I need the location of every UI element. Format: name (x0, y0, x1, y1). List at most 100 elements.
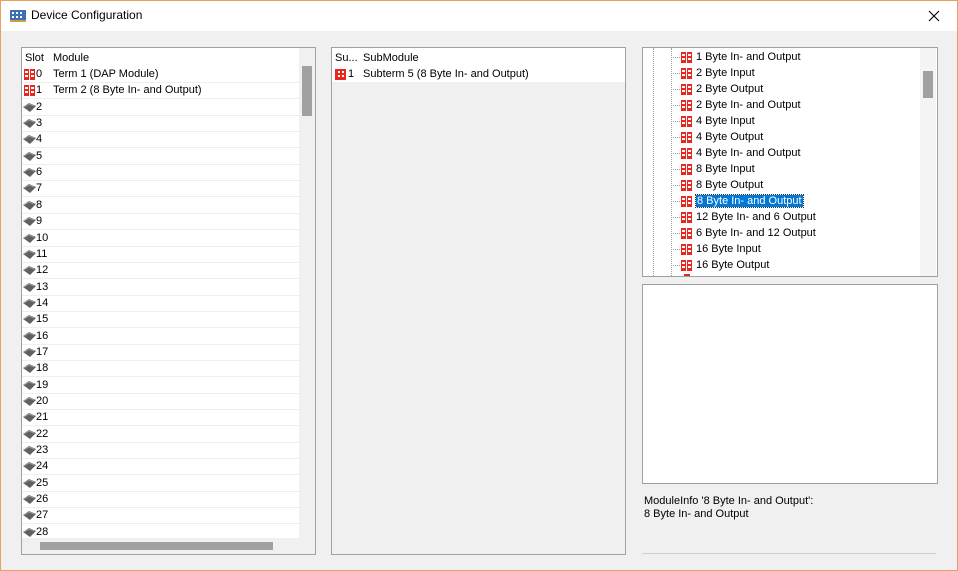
slot-number: 26 (36, 493, 49, 506)
slot-list-horizontal-scrollbar[interactable] (22, 538, 315, 554)
slot-row[interactable]: 26 (22, 491, 299, 507)
catalog-item[interactable]: 4 Byte In- and Output (696, 145, 801, 161)
catalog-module-icon (681, 84, 692, 95)
slot-row[interactable]: 9 (22, 213, 299, 229)
tree-connector (671, 169, 680, 170)
catalog-item[interactable]: 16 Byte Output (696, 257, 769, 273)
slot-row[interactable]: 24 (22, 458, 299, 474)
catalog-item-label: 8 Byte Output (696, 179, 764, 191)
slot-row[interactable]: 20 (22, 393, 299, 409)
slot-number: 4 (36, 133, 43, 146)
slot-number: 22 (36, 427, 49, 440)
slot-row[interactable]: 5 (22, 148, 299, 164)
empty-slot-icon (23, 184, 36, 194)
catalog-item[interactable]: 2 Byte Output (696, 81, 763, 97)
catalog-module-icon (681, 68, 692, 79)
slot-row[interactable]: 7 (22, 180, 299, 196)
submodule-list[interactable]: Su... SubModule 1 Subterm 5 (8 Byte In- … (331, 47, 626, 555)
catalog-item-label: 4 Byte Output (696, 131, 764, 143)
slot-row[interactable]: 25 (22, 475, 299, 491)
slot-row[interactable]: 23 (22, 442, 299, 458)
catalog-item-label: 16 Byte Output (696, 259, 770, 271)
catalog-item[interactable]: 4 Byte Input (696, 113, 755, 129)
catalog-item[interactable]: 8 Byte In- and Output (695, 193, 804, 209)
device-icon (10, 10, 26, 22)
close-icon (928, 10, 940, 22)
catalog-item-label: 6 Byte In- and 12 Output (696, 227, 816, 239)
catalog-item[interactable]: 6 Byte In- and 12 Output (696, 225, 816, 241)
slot-row[interactable]: 22 (22, 426, 299, 442)
empty-slot-icon (23, 446, 36, 456)
slot-row[interactable]: 3 (22, 115, 299, 131)
catalog-vertical-scrollbar[interactable] (920, 48, 936, 276)
slot-row[interactable]: 2 (22, 99, 299, 115)
slot-row[interactable]: 11 (22, 246, 299, 262)
slot-row[interactable]: 21 (22, 409, 299, 425)
submodule-icon (335, 69, 346, 80)
slot-number: 20 (36, 395, 49, 407)
module-info-description: 8 Byte In- and Output (644, 508, 749, 520)
slot-number: 0 (36, 68, 43, 80)
catalog-item[interactable]: 12 Byte In- and 6 Output (696, 209, 816, 225)
catalog-item[interactable]: 4 Byte Output (696, 129, 763, 145)
slot-row[interactable]: 13 (22, 279, 299, 295)
slot-number: 15 (36, 313, 49, 326)
empty-slot-icon (23, 511, 36, 521)
module-catalog-tree[interactable]: 1 Byte In- and Output 2 Byte Input 2 Byt… (642, 47, 938, 277)
catalog-item-label: 8 Byte Input (696, 163, 755, 175)
catalog-item[interactable]: 8 Byte Input (696, 161, 755, 177)
empty-slot-icon (23, 315, 36, 325)
slot-number: 10 (36, 231, 49, 244)
submodule-row[interactable]: 1 Subterm 5 (8 Byte In- and Output) (332, 66, 625, 82)
slot-row[interactable]: 4 (22, 131, 299, 147)
catalog-item-label: 4 Byte In- and Output (696, 147, 801, 159)
slot-number: 2 (36, 100, 43, 113)
slot-row[interactable]: 0 Term 1 (DAP Module) (22, 66, 299, 82)
slot-module-list[interactable]: Slot Module 0 Term 1 (DAP Module) 1 Term… (21, 47, 316, 555)
module-column-header[interactable]: Module (53, 50, 89, 66)
slot-row[interactable]: 6 (22, 164, 299, 180)
slot-row[interactable]: 8 (22, 197, 299, 213)
sub-column-header[interactable]: Su... (335, 50, 358, 66)
catalog-module-icon (681, 100, 692, 111)
slot-row[interactable]: 19 (22, 377, 299, 393)
scrollbar-thumb[interactable] (923, 71, 933, 98)
slot-row[interactable]: 16 (22, 328, 299, 344)
scrollbar-thumb[interactable] (302, 66, 312, 116)
slot-row[interactable]: 18 (22, 360, 299, 376)
empty-slot-icon (23, 478, 36, 488)
close-button[interactable] (911, 1, 957, 31)
catalog-item[interactable]: 2 Byte In- and Output (696, 97, 801, 113)
slot-column-header[interactable]: Slot (25, 50, 44, 66)
catalog-item[interactable]: 1 Byte In- and Output (696, 49, 801, 65)
module-info: ModuleInfo '8 Byte In- and Output': 8 By… (642, 493, 936, 554)
submodule-column-header[interactable]: SubModule (363, 50, 419, 66)
catalog-item[interactable]: 16 Byte Input (696, 241, 761, 257)
slot-number: 8 (36, 198, 43, 211)
slot-row[interactable]: 12 (22, 262, 299, 278)
empty-slot-icon (23, 168, 36, 178)
slot-row[interactable]: 17 (22, 344, 299, 360)
slot-list-vertical-scrollbar[interactable] (299, 48, 315, 538)
catalog-module-icon (681, 132, 692, 143)
catalog-item[interactable]: 8 Byte Output (696, 177, 763, 193)
catalog-item-label: 1 Byte In- and Output (696, 51, 801, 63)
catalog-item-label: 8 Byte In- and Output (695, 194, 804, 208)
empty-slot-icon (23, 135, 36, 145)
slot-row[interactable]: 15 (22, 311, 299, 327)
slot-row[interactable]: 14 (22, 295, 299, 311)
scrollbar-thumb[interactable] (40, 542, 273, 550)
tree-connector (671, 105, 680, 106)
tree-connector (671, 233, 680, 234)
slot-row[interactable]: 10 (22, 230, 299, 246)
slot-number: 27 (36, 509, 49, 522)
empty-slot-icon (23, 331, 36, 341)
tree-guide-line (671, 48, 672, 276)
slot-number: 17 (36, 345, 49, 358)
catalog-item[interactable]: 2 Byte Input (696, 65, 755, 81)
empty-slot-icon (23, 282, 36, 292)
empty-slot-icon (23, 102, 36, 112)
tree-connector (671, 89, 680, 90)
slot-row[interactable]: 1 Term 2 (8 Byte In- and Output) (22, 82, 299, 98)
slot-row[interactable]: 27 (22, 507, 299, 523)
